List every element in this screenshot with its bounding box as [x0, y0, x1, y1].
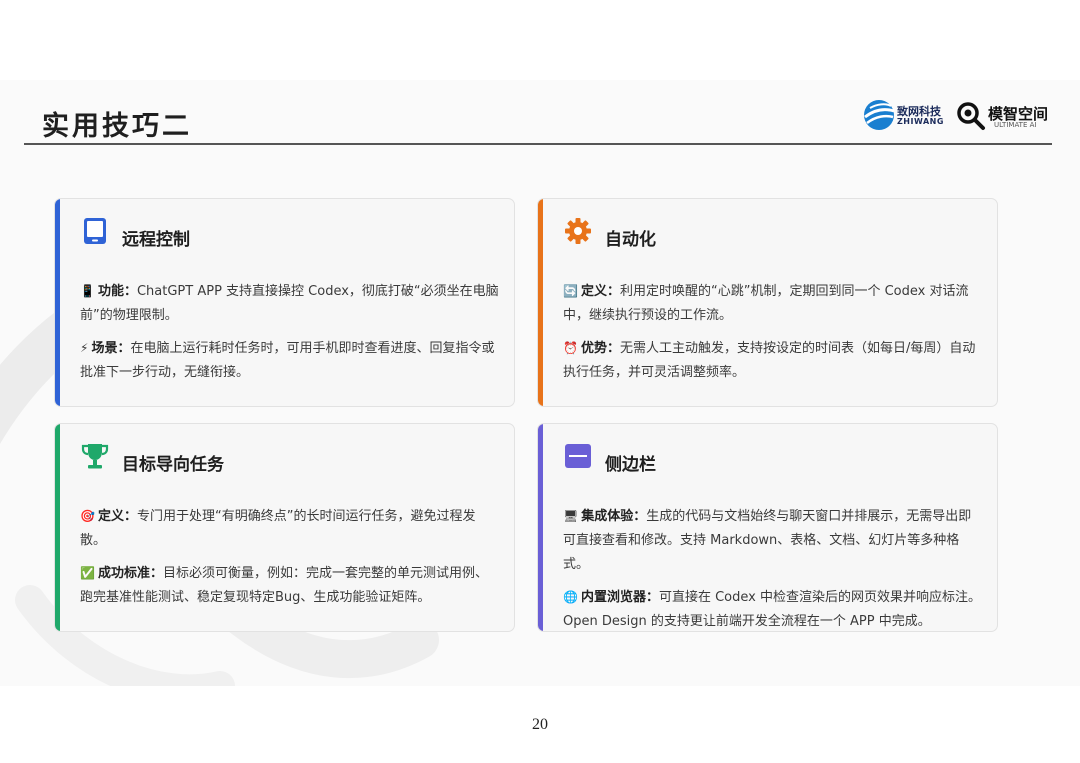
card-accent-bar: [55, 199, 60, 406]
card-sidebar: 侧边栏 🖥 集成体验：生成的代码与文档始终与聊天窗口并排展示，无需导出即可直接查看…: [537, 423, 998, 632]
card-remote-control: 远程控制 📱 功能：ChatGPT APP 支持直接操控 Codex，彻底打破“必…: [54, 198, 515, 407]
zhiwang-logo: 致网科技 ZHIWANG: [862, 98, 944, 132]
card-item: 🌐 内置浏览器：可直接在 Codex 中检查渲染后的网页效果并响应标注。Open …: [563, 590, 981, 629]
card-item: 🖥 集成体验：生成的代码与文档始终与聊天窗口并排展示，无需导出即可直接查看和修改。…: [563, 509, 972, 572]
check-mark-icon: ✅: [80, 566, 95, 580]
card-accent-bar: [538, 424, 543, 631]
magnifier-logo-icon: [957, 102, 985, 130]
mozhi-name-en: ULTIMATE AI: [994, 121, 1037, 129]
card-item: 📱 功能：ChatGPT APP 支持直接操控 Codex，彻底打破“必须坐在电脑…: [80, 284, 499, 323]
globe-icon: 🌐: [563, 590, 578, 604]
alarm-clock-icon: ⏰: [563, 341, 578, 355]
target-icon: 🎯: [80, 509, 95, 523]
card-accent-bar: [538, 199, 543, 406]
slide: 实用技巧二 致网科技 ZHIWANG 模智空间 ULTIMATE AI 远程控制…: [0, 80, 1080, 686]
card-goal-oriented: 目标导向任务 🎯 定义：专门用于处理“有明确终点”的长时间运行任务，避免过程发散。…: [54, 423, 515, 632]
refresh-icon: 🔄: [563, 284, 578, 298]
phone-icon: 📱: [80, 284, 95, 298]
card-title: 侧边栏: [605, 455, 656, 475]
title-divider: [24, 143, 1052, 145]
lightning-icon: ⚡: [80, 341, 89, 355]
card-title: 自动化: [605, 230, 656, 250]
card-accent-bar: [55, 424, 60, 631]
card-item: 🔄 定义：利用定时唤醒的“心跳”机制，定期回到同一个 Codex 对话流中，继续执…: [563, 284, 969, 323]
sidebar-icon: [563, 441, 593, 471]
card-automation: 自动化 🔄 定义：利用定时唤醒的“心跳”机制，定期回到同一个 Codex 对话流中…: [537, 198, 998, 407]
card-item: ⏰ 优势：无需人工主动触发，支持按设定的时间表（如每日/每周）自动执行任务，并可灵…: [563, 341, 976, 380]
mozhi-logo: 模智空间 ULTIMATE AI: [956, 98, 1056, 132]
tablet-icon: [80, 216, 110, 246]
zhiwang-name-en: ZHIWANG: [897, 117, 944, 126]
monitor-icon: 🖥: [563, 509, 579, 523]
page-title: 实用技巧二: [42, 111, 192, 142]
card-item: 🎯 定义：专门用于处理“有明确终点”的长时间运行任务，避免过程发散。: [80, 509, 476, 548]
card-title: 目标导向任务: [122, 455, 224, 475]
card-item: ⚡ 场景：在电脑上运行耗时任务时，可用手机即时查看进度、回复指令或批准下一步行动，…: [80, 341, 495, 380]
zhiwang-globe-icon: [864, 100, 895, 130]
card-item: ✅ 成功标准：目标必须可衡量，例如：完成一套完整的单元测试用例、跑完基准性能测试、…: [80, 566, 488, 605]
card-title: 远程控制: [122, 230, 190, 250]
trophy-icon: [80, 441, 110, 471]
gear-icon: [563, 216, 593, 246]
page-number: 20: [532, 716, 548, 733]
